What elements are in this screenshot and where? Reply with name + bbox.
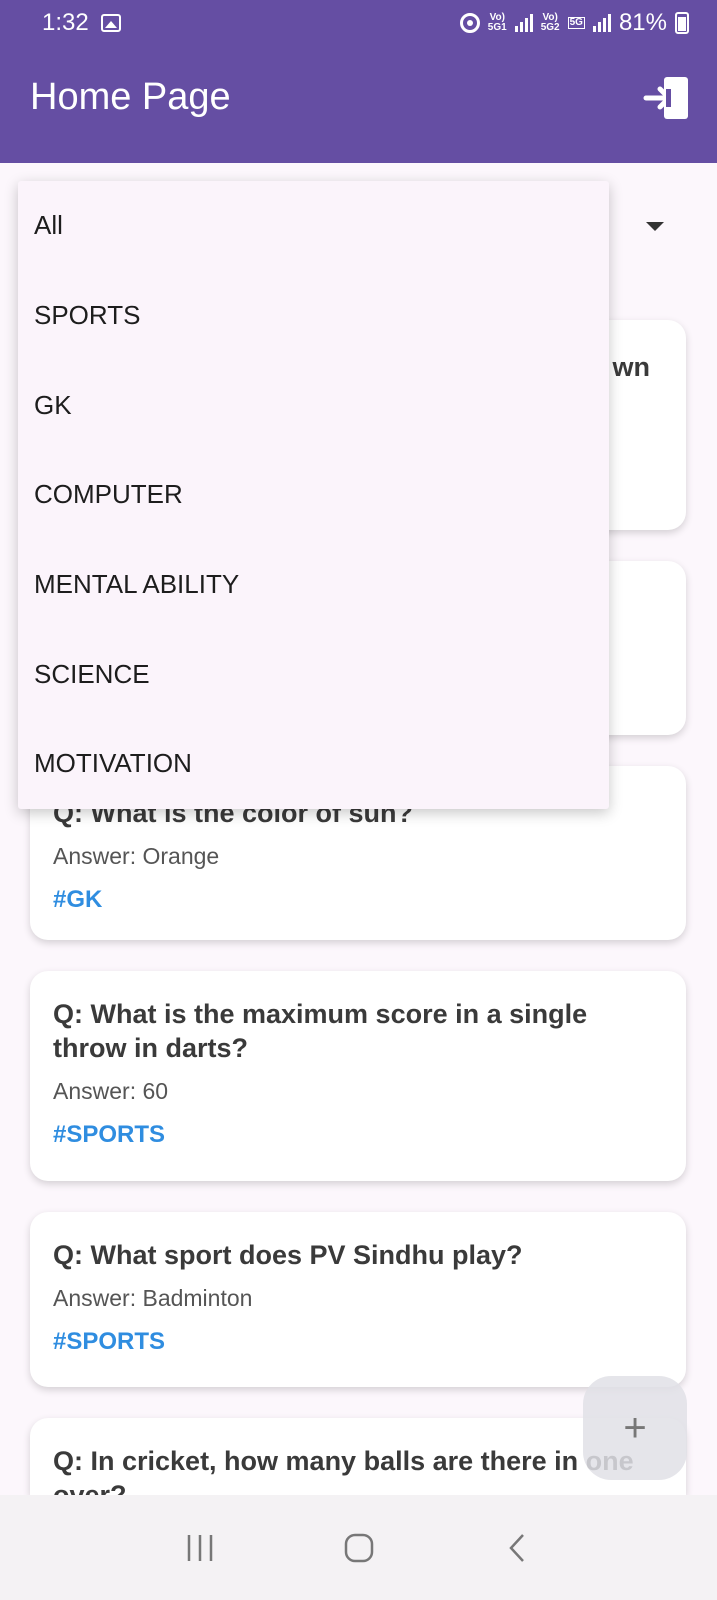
recent-apps-button[interactable] — [170, 1518, 230, 1578]
menu-item-gk[interactable]: GK — [18, 360, 609, 450]
back-button[interactable] — [488, 1518, 548, 1578]
logout-icon — [643, 76, 688, 119]
answer-text: Answer: 60 — [53, 1078, 169, 1104]
home-button[interactable] — [329, 1518, 389, 1578]
gallery-notification-icon — [100, 14, 121, 32]
add-question-button[interactable]: + — [583, 1376, 687, 1480]
question-card: Q: What is the maximum score in a single… — [30, 971, 686, 1181]
answer-text: Answer: Orange — [53, 843, 220, 869]
status-time: 1:32 — [42, 9, 89, 36]
menu-item-computer[interactable]: COMPUTER — [18, 450, 609, 540]
battery-percent: 81% — [618, 9, 667, 36]
logout-button[interactable] — [639, 70, 695, 126]
plus-icon: + — [623, 1405, 647, 1450]
answer-text: Answer: Badminton — [53, 1285, 253, 1311]
category-tag[interactable]: #SPORTS — [53, 1121, 664, 1149]
menu-item-sports[interactable]: SPORTS — [18, 271, 609, 361]
menu-item-all[interactable]: All — [18, 181, 609, 271]
system-nav-bar — [0, 1495, 717, 1600]
network-1-label: Vo) 5G1 — [488, 13, 507, 33]
question-text: Q: In cricket, how many balls are there … — [53, 1446, 634, 1495]
app-bar: Home Page — [0, 46, 717, 163]
page-title: Home Page — [30, 76, 231, 118]
category-dropdown-menu: All SPORTS GK COMPUTER MENTAL ABILITY SC… — [18, 181, 609, 809]
network-2-bottom: 5G2 — [540, 22, 560, 33]
battery-icon — [675, 12, 689, 34]
menu-item-mental-ability[interactable]: MENTAL ABILITY — [18, 540, 609, 630]
category-tag[interactable]: #GK — [53, 886, 664, 914]
filter-dropdown-arrow-icon[interactable] — [646, 222, 664, 231]
network-badge: 5G — [567, 17, 585, 29]
hotspot-icon — [459, 13, 480, 33]
signal-2-icon — [592, 14, 611, 32]
question-card: Q: What sport does PV Sindhu play? Answe… — [30, 1212, 686, 1387]
menu-item-motivation[interactable]: MOTIVATION — [18, 719, 609, 809]
signal-1-icon — [514, 14, 533, 32]
back-icon — [508, 1533, 524, 1562]
question-text: Q: What is the maximum score in a single… — [53, 999, 588, 1063]
category-tag[interactable]: #SPORTS — [53, 1328, 664, 1356]
home-icon — [344, 1533, 373, 1562]
question-text: Q: What sport does PV Sindhu play? — [53, 1240, 523, 1270]
status-bar: 1:32 Vo) 5G1 Vo) 5G2 5G 81% — [0, 0, 717, 46]
network-2-label: Vo) 5G2 — [541, 13, 560, 33]
question-text-partial: wn — [612, 352, 651, 382]
recent-apps-icon — [187, 1534, 212, 1561]
menu-item-science[interactable]: SCIENCE — [18, 629, 609, 719]
network-1-bottom: 5G1 — [487, 22, 507, 33]
